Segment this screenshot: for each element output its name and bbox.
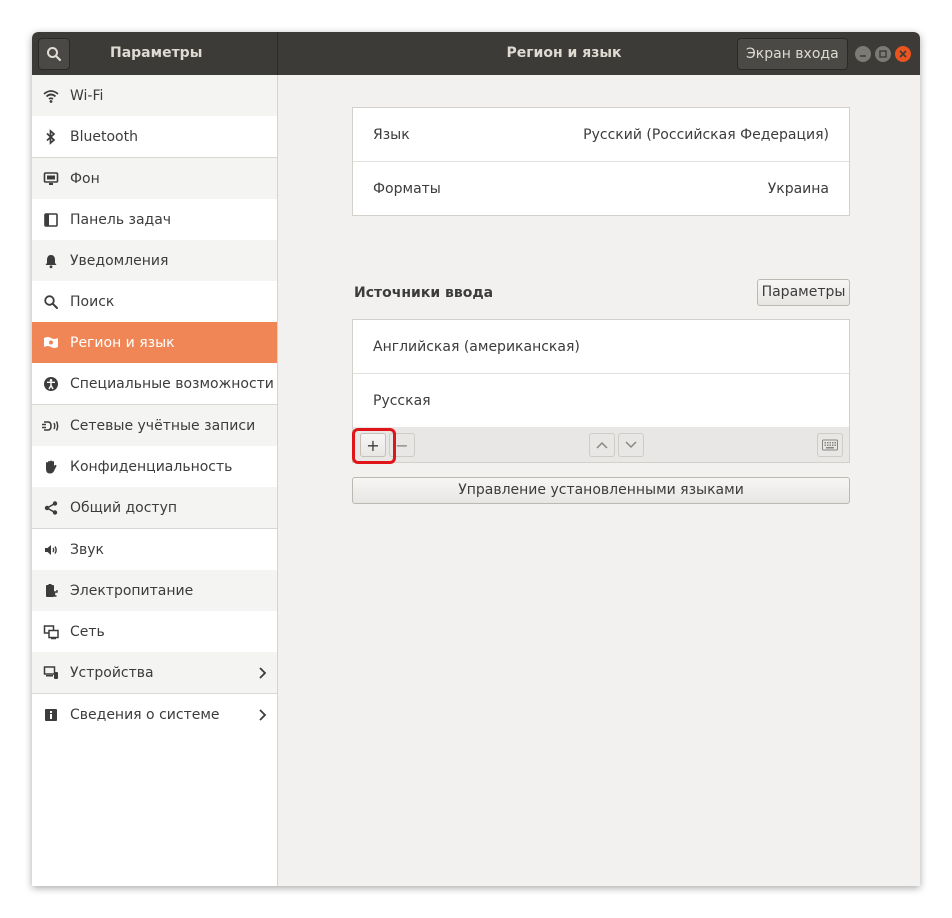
sidebar-item-devices[interactable]: Устройства [32, 652, 277, 693]
sidebar-item-sound[interactable]: Звук [32, 529, 277, 570]
language-label: Язык [373, 126, 410, 143]
input-source-item[interactable]: Русская [353, 374, 849, 427]
dock-icon [32, 199, 70, 240]
network-icon [32, 611, 70, 652]
sidebar-item-accessibility[interactable]: Специальные возможности [32, 363, 277, 404]
sidebar-item-wifi[interactable]: Wi-Fi [32, 75, 277, 116]
region-language-panel: Язык Русский (Российская Федерация) Форм… [278, 75, 920, 886]
sidebar-item-label: Общий доступ [70, 499, 178, 516]
online-accounts-icon [32, 405, 70, 446]
sidebar-item-label: Конфиденциальность [70, 458, 233, 475]
move-down-button[interactable] [618, 433, 644, 457]
share-icon [32, 487, 70, 528]
chevron-right-icon [247, 708, 277, 721]
header-left: Параметры [32, 32, 278, 75]
region-flag-icon [32, 322, 70, 363]
close-button[interactable] [895, 46, 911, 62]
sidebar-item-label: Специальные возможности [70, 375, 274, 392]
header-bar: Параметры Регион и язык Экран входа [32, 32, 920, 75]
input-sources-toolbar: + − [352, 427, 850, 463]
keyboard-icon [822, 439, 838, 451]
formats-label: Форматы [373, 180, 441, 197]
maximize-button[interactable] [875, 46, 891, 62]
login-screen-button[interactable]: Экран входа [737, 38, 848, 70]
sidebar-item-background[interactable]: Фон [32, 158, 277, 199]
speaker-icon [32, 529, 70, 570]
minimize-icon [860, 55, 866, 57]
chevron-right-icon [247, 666, 277, 679]
sidebar-item-label: Звук [70, 541, 104, 558]
sidebar-item-label: Wi-Fi [70, 87, 104, 104]
sidebar-item-label: Уведомления [70, 252, 169, 269]
input-sources-list: Английская (американская) Русская [352, 319, 850, 428]
power-icon [32, 570, 70, 611]
devices-icon [32, 652, 70, 693]
sidebar-item-label: Сведения о системе [70, 706, 220, 723]
search-icon [47, 47, 62, 62]
chevron-down-icon [625, 441, 637, 449]
app-title: Параметры [110, 45, 203, 61]
sidebar-item-label: Поиск [70, 293, 115, 310]
search-icon [32, 281, 70, 322]
sidebar-item-label: Электропитание [70, 582, 194, 599]
sidebar-item-label: Сеть [70, 623, 105, 640]
privacy-hand-icon [32, 446, 70, 487]
input-sources-title: Источники ввода [354, 285, 494, 301]
sidebar-item-label: Bluetooth [70, 128, 138, 145]
keyboard-layout-button[interactable] [817, 433, 843, 457]
manage-languages-button[interactable]: Управление установленными языками [352, 477, 850, 504]
sidebar-item-dock[interactable]: Панель задач [32, 199, 277, 240]
formats-value: Украина [767, 180, 829, 197]
background-icon [32, 158, 70, 199]
sidebar-item-online-accounts[interactable]: Сетевые учётные записи [32, 405, 277, 446]
input-source-label: Русская [373, 392, 431, 409]
input-source-item[interactable]: Английская (американская) [353, 320, 849, 373]
sidebar-item-label: Регион и язык [70, 334, 175, 351]
wifi-icon [32, 75, 70, 116]
accessibility-icon [32, 363, 70, 404]
info-icon [32, 694, 70, 735]
add-button-highlight [352, 428, 396, 464]
maximize-icon [879, 50, 887, 58]
chevron-up-icon [596, 441, 608, 449]
sidebar-item-privacy[interactable]: Конфиденциальность [32, 446, 277, 487]
move-up-button[interactable] [589, 433, 615, 457]
settings-window: Параметры Регион и язык Экран входа Wi-F… [32, 32, 920, 886]
sidebar-item-power[interactable]: Электропитание [32, 570, 277, 611]
sidebar-item-search[interactable]: Поиск [32, 281, 277, 322]
input-source-label: Английская (американская) [373, 338, 580, 355]
language-formats-box: Язык Русский (Российская Федерация) Форм… [352, 107, 850, 216]
sidebar-item-bluetooth[interactable]: Bluetooth [32, 116, 277, 157]
sidebar-item-label: Фон [70, 170, 100, 187]
sidebar-item-label: Устройства [70, 664, 154, 681]
sidebar-item-label: Панель задач [70, 211, 172, 228]
sidebar: Wi-Fi Bluetooth Фон Панель задач Уведомл… [32, 75, 278, 886]
input-options-button[interactable]: Параметры [757, 279, 850, 306]
sidebar-item-about[interactable]: Сведения о системе [32, 694, 277, 735]
sidebar-item-network[interactable]: Сеть [32, 611, 277, 652]
language-row[interactable]: Язык Русский (Российская Федерация) [353, 108, 849, 161]
search-button[interactable] [38, 38, 70, 70]
sidebar-item-region[interactable]: Регион и язык [32, 322, 277, 363]
close-icon [899, 50, 907, 58]
sidebar-item-notifications[interactable]: Уведомления [32, 240, 277, 281]
language-value: Русский (Российская Федерация) [583, 126, 829, 143]
sidebar-item-label: Сетевые учётные записи [70, 417, 256, 434]
bluetooth-icon [32, 116, 70, 157]
minus-icon: − [395, 435, 409, 455]
bell-icon [32, 240, 70, 281]
minimize-button[interactable] [855, 46, 871, 62]
formats-row[interactable]: Форматы Украина [353, 162, 849, 215]
sidebar-item-sharing[interactable]: Общий доступ [32, 487, 277, 528]
